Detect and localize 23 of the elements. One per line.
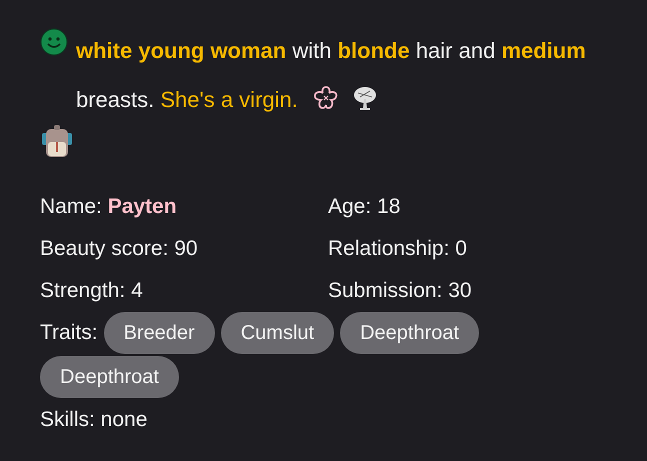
tree-icon [352,85,378,111]
stat-value: Payten [108,194,177,220]
backpack-icon [40,124,74,158]
stat-label: Beauty score: [40,236,170,262]
skills-text: Skills: none [40,407,148,433]
stat-label: Relationship: [328,236,450,262]
trait-chip: Deepthroat [340,312,480,354]
stat-value: 0 [455,236,467,262]
stat-value: 4 [131,278,143,304]
trait-chip: Cumslut [220,312,334,354]
stat-value: 30 [448,278,472,304]
stat-label: Submission: [328,278,444,304]
stat-label: Age: [328,194,372,220]
flower-icon [312,85,340,111]
smiley-icon [40,28,68,56]
stat-label: Name: [40,194,103,220]
traits-label: Traits: [40,320,98,346]
description-text: white young woman with blonde hair and medium breasts. She's a virgin. [76,37,587,114]
stat-label: Strength: [40,278,126,304]
stat-value: 18 [377,194,400,220]
trait-chip: Breeder [104,312,215,354]
stat-value: 90 [174,236,198,262]
trait-chip: Deepthroat [40,356,179,398]
